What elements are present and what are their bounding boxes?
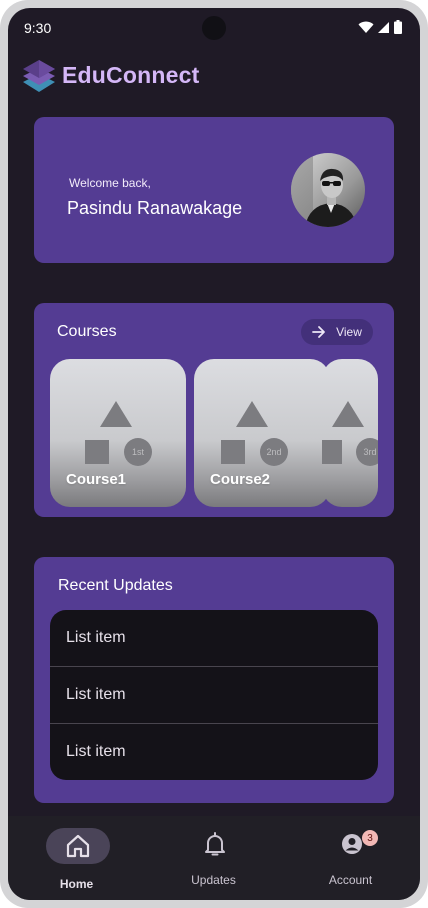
signal-icon	[378, 22, 389, 33]
welcome-greeting: Welcome back,	[69, 176, 151, 190]
bell-icon	[205, 832, 225, 856]
course-card[interactable]: 3rd	[322, 359, 378, 507]
app-title: EduConnect	[62, 62, 200, 88]
avatar[interactable]	[291, 153, 365, 227]
list-item[interactable]: List item	[50, 724, 378, 780]
front-camera	[202, 16, 226, 40]
view-courses-button[interactable]: View	[301, 319, 373, 345]
nav-indicator	[183, 826, 247, 862]
account-icon	[342, 834, 362, 854]
device-frame: 9:30 EduConnect Welcome back, Pasindu Ra…	[0, 0, 428, 908]
arrow-right-icon	[312, 326, 325, 338]
courses-card: Courses View 1st Course1 2nd Course2 3rd	[34, 303, 394, 517]
view-label: View	[336, 325, 362, 339]
courses-title: Courses	[57, 323, 117, 340]
welcome-card: Welcome back, Pasindu Ranawakage	[34, 117, 394, 263]
course-title: Course2	[210, 471, 271, 488]
nav-label-account: Account	[328, 873, 373, 887]
nav-label-home: Home	[59, 877, 94, 891]
nav-item-account[interactable]: 3 Account	[282, 816, 419, 900]
recent-updates-title: Recent Updates	[58, 577, 173, 594]
stacked-layers-logo	[23, 60, 55, 92]
wifi-icon	[358, 21, 374, 33]
battery-icon	[394, 20, 402, 34]
list-item[interactable]: List item	[50, 610, 378, 667]
course-title: Course1	[66, 471, 127, 488]
nav-label-updates: Updates	[191, 873, 236, 887]
notification-badge: 3	[362, 830, 378, 846]
course-card[interactable]: 1st Course1	[50, 359, 186, 507]
nav-item-home[interactable]: Home	[8, 816, 145, 900]
course-card[interactable]: 2nd Course2	[194, 359, 330, 507]
status-icons	[358, 20, 402, 34]
avatar-photo	[291, 153, 365, 227]
course-placeholder-image	[322, 401, 378, 466]
course-rank-badge: 1st	[131, 447, 144, 457]
recent-updates-card: Recent Updates List item List item List …	[34, 557, 394, 803]
nav-item-updates[interactable]: Updates	[145, 816, 282, 900]
course-rank-badge: 3rd	[363, 447, 377, 457]
home-icon	[66, 834, 90, 858]
bottom-navigation: Home Updates 3 Account	[8, 816, 420, 900]
user-name: Pasindu Ranawakage	[67, 198, 243, 218]
nav-indicator	[46, 828, 110, 864]
app-screen: 9:30 EduConnect Welcome back, Pasindu Ra…	[8, 8, 420, 900]
course-rank-badge: 2nd	[266, 447, 282, 457]
list-item[interactable]: List item	[50, 667, 378, 724]
status-time: 9:30	[24, 20, 52, 36]
updates-list: List item List item List item	[50, 610, 378, 780]
